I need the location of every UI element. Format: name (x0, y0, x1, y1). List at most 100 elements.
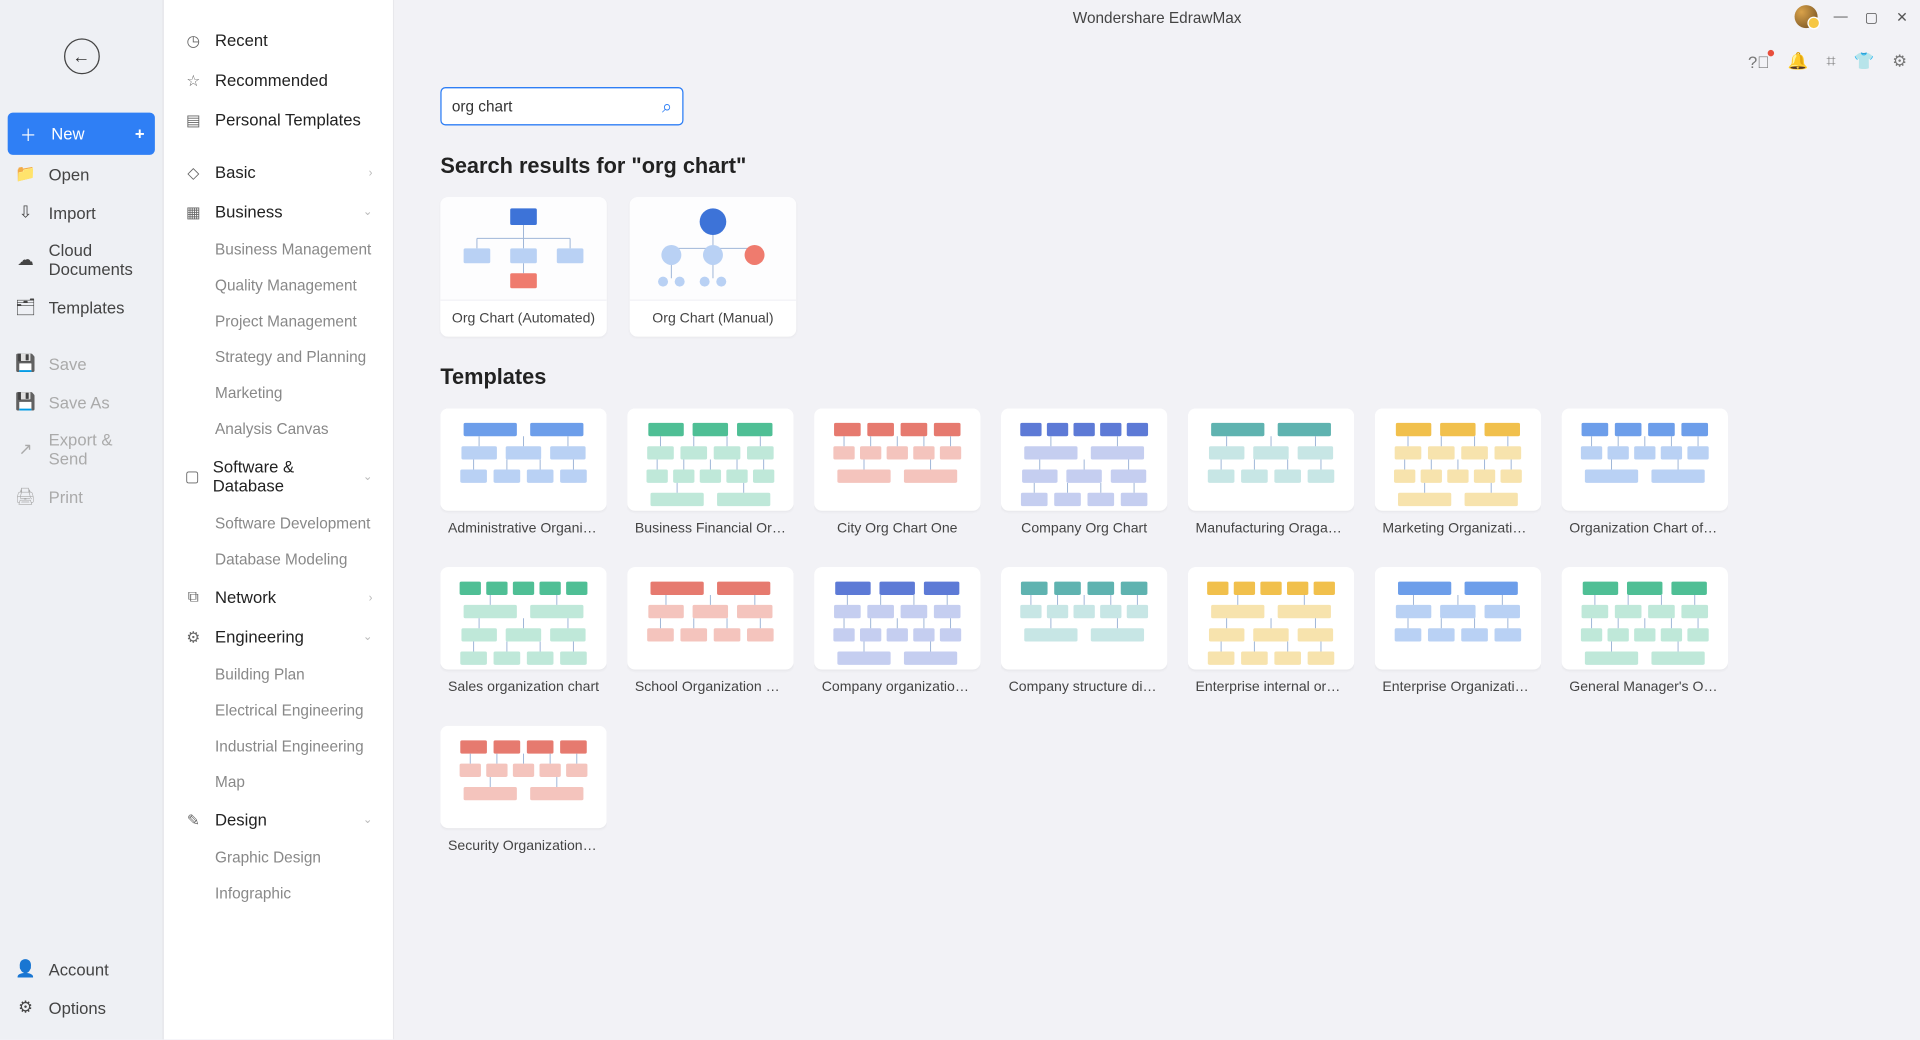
subcat-map[interactable]: Map (164, 764, 393, 800)
nav-cloud-documents[interactable]: ☁Cloud Documents (0, 232, 163, 288)
category-label: Design (215, 810, 267, 829)
chevron-icon: ⌄ (363, 813, 373, 827)
nav-new[interactable]: ＋ New + (8, 113, 155, 155)
subcat-industrial-engineering[interactable]: Industrial Engineering (164, 728, 393, 764)
template-card[interactable]: Company structure diagram (1001, 567, 1167, 705)
chevron-icon: › (369, 591, 373, 604)
search-icon[interactable]: ⌕ (662, 95, 672, 117)
card-thumbnail (1188, 567, 1354, 669)
card-thumbnail (1188, 408, 1354, 510)
nav-label: Account (49, 959, 148, 978)
cat-network[interactable]: ⧉Network› (164, 577, 393, 617)
nav-icon: 💾 (15, 353, 35, 373)
nav-export-send: ↗Export & Send (0, 421, 163, 477)
template-card[interactable]: Company organization chart (814, 567, 980, 705)
user-avatar[interactable] (1795, 5, 1818, 28)
minimize-button[interactable]: — (1833, 9, 1848, 24)
nav-label: Open (49, 164, 148, 183)
primary-sidebar: ← ＋ New + 📁 Open ⇩Import☁Cloud Documents🗂Temp… (0, 0, 164, 1039)
result-card[interactable]: Org Chart (Manual) (630, 197, 796, 337)
cat-business[interactable]: ▦Business⌄ (164, 192, 393, 232)
search-input[interactable] (452, 97, 662, 115)
card-label: Company Org Chart (1001, 511, 1167, 547)
nav-icon: ＋ (18, 122, 38, 146)
card-label: Organization Chart of Sale... (1562, 511, 1728, 547)
card-label: Company organization chart (814, 669, 980, 705)
template-card[interactable]: Administrative Organizati... (440, 408, 606, 546)
template-card[interactable]: Sales organization chart (440, 567, 606, 705)
template-card[interactable]: Enterprise Organization Ch... (1375, 567, 1541, 705)
subcat-quality-management[interactable]: Quality Management (164, 268, 393, 304)
nav-templates[interactable]: 🗂Templates (0, 288, 163, 326)
nav-open[interactable]: 📁 Open (0, 155, 163, 193)
template-card[interactable]: Security Organization Chart (440, 726, 606, 864)
card-label: Enterprise internal organiz... (1188, 669, 1354, 705)
template-card[interactable]: Company Org Chart (1001, 408, 1167, 546)
nav-icon: ⇩ (15, 202, 35, 222)
subcat-analysis-canvas[interactable]: Analysis Canvas (164, 411, 393, 447)
nav-label: Print (49, 487, 148, 506)
apps-icon[interactable]: ⌗ (1826, 51, 1835, 71)
template-card[interactable]: Manufacturing Oraganizati... (1188, 408, 1354, 546)
category-label: Recommended (215, 70, 328, 89)
subcat-database-modeling[interactable]: Database Modeling (164, 541, 393, 577)
subcat-building-plan[interactable]: Building Plan (164, 657, 393, 693)
cat-recommended[interactable]: ☆Recommended (164, 60, 393, 100)
search-results-heading: Search results for "org chart" (440, 154, 1874, 180)
subcat-business-management[interactable]: Business Management (164, 232, 393, 268)
search-box[interactable]: ⌕ (440, 87, 683, 125)
template-card[interactable]: City Org Chart One (814, 408, 980, 546)
close-button[interactable]: ✕ (1894, 9, 1909, 24)
template-card[interactable]: General Manager's Office ... (1562, 567, 1728, 705)
nav-print: 🖨Print (0, 477, 163, 515)
help-icon[interactable]: ?⃝ (1748, 52, 1770, 71)
cat-basic[interactable]: ◇Basic› (164, 152, 393, 192)
subcat-strategy-and-planning[interactable]: Strategy and Planning (164, 339, 393, 375)
cat-design[interactable]: ✎Design⌄ (164, 800, 393, 840)
maximize-button[interactable]: ▢ (1864, 9, 1879, 24)
subcat-marketing[interactable]: Marketing (164, 375, 393, 411)
category-icon: ⚙ (184, 628, 202, 646)
nav-options[interactable]: ⚙Options (0, 988, 163, 1026)
card-label: Org Chart (Manual) (630, 300, 796, 337)
card-thumbnail (627, 408, 793, 510)
nav-account[interactable]: 👤Account (0, 950, 163, 988)
subcat-infographic[interactable]: Infographic (164, 876, 393, 912)
cat-recent[interactable]: ◷Recent (164, 20, 393, 60)
card-label: Marketing Organization C... (1375, 511, 1541, 547)
nav-label: Export & Send (49, 430, 148, 468)
titlebar: Wondershare EdrawMax — ▢ ✕ (394, 0, 1920, 36)
nav-icon: 🗂 (15, 297, 35, 317)
result-card[interactable]: Org Chart (Automated) (440, 197, 606, 337)
category-icon: ▤ (184, 111, 202, 129)
plus-icon[interactable]: + (135, 124, 145, 143)
template-card[interactable]: Organization Chart of Sale... (1562, 408, 1728, 546)
subcat-graphic-design[interactable]: Graphic Design (164, 840, 393, 876)
category-icon: ◷ (184, 31, 202, 49)
category-label: Engineering (215, 627, 304, 646)
subcat-project-management[interactable]: Project Management (164, 303, 393, 339)
template-card[interactable]: Marketing Organization C... (1375, 408, 1541, 546)
template-card[interactable]: Business Financial Organiz... (627, 408, 793, 546)
category-label: Network (215, 588, 276, 607)
card-thumbnail (440, 197, 606, 299)
template-card[interactable]: School Organization chart (627, 567, 793, 705)
back-button[interactable]: ← (63, 38, 99, 74)
cat-software-database[interactable]: ▢Software & Database⌄ (164, 447, 393, 506)
card-label: Company structure diagram (1001, 669, 1167, 705)
category-label: Personal Templates (215, 110, 361, 129)
cat-personal-templates[interactable]: ▤ Personal Templates (164, 100, 393, 140)
subcat-software-development[interactable]: Software Development (164, 506, 393, 542)
subcat-electrical-engineering[interactable]: Electrical Engineering (164, 692, 393, 728)
nav-icon: 📁 (15, 164, 35, 184)
nav-import[interactable]: ⇩Import (0, 193, 163, 231)
settings-icon[interactable]: ⚙ (1892, 51, 1907, 71)
card-label: Administrative Organizati... (440, 511, 606, 547)
cat-engineering[interactable]: ⚙Engineering⌄ (164, 617, 393, 657)
template-card[interactable]: Enterprise internal organiz... (1188, 567, 1354, 705)
bell-icon[interactable]: 🔔 (1788, 51, 1809, 71)
card-label: Sales organization chart (440, 669, 606, 705)
nav-label: New (51, 124, 122, 143)
shirt-icon[interactable]: 👕 (1854, 51, 1875, 71)
nav-label: Options (49, 998, 148, 1017)
